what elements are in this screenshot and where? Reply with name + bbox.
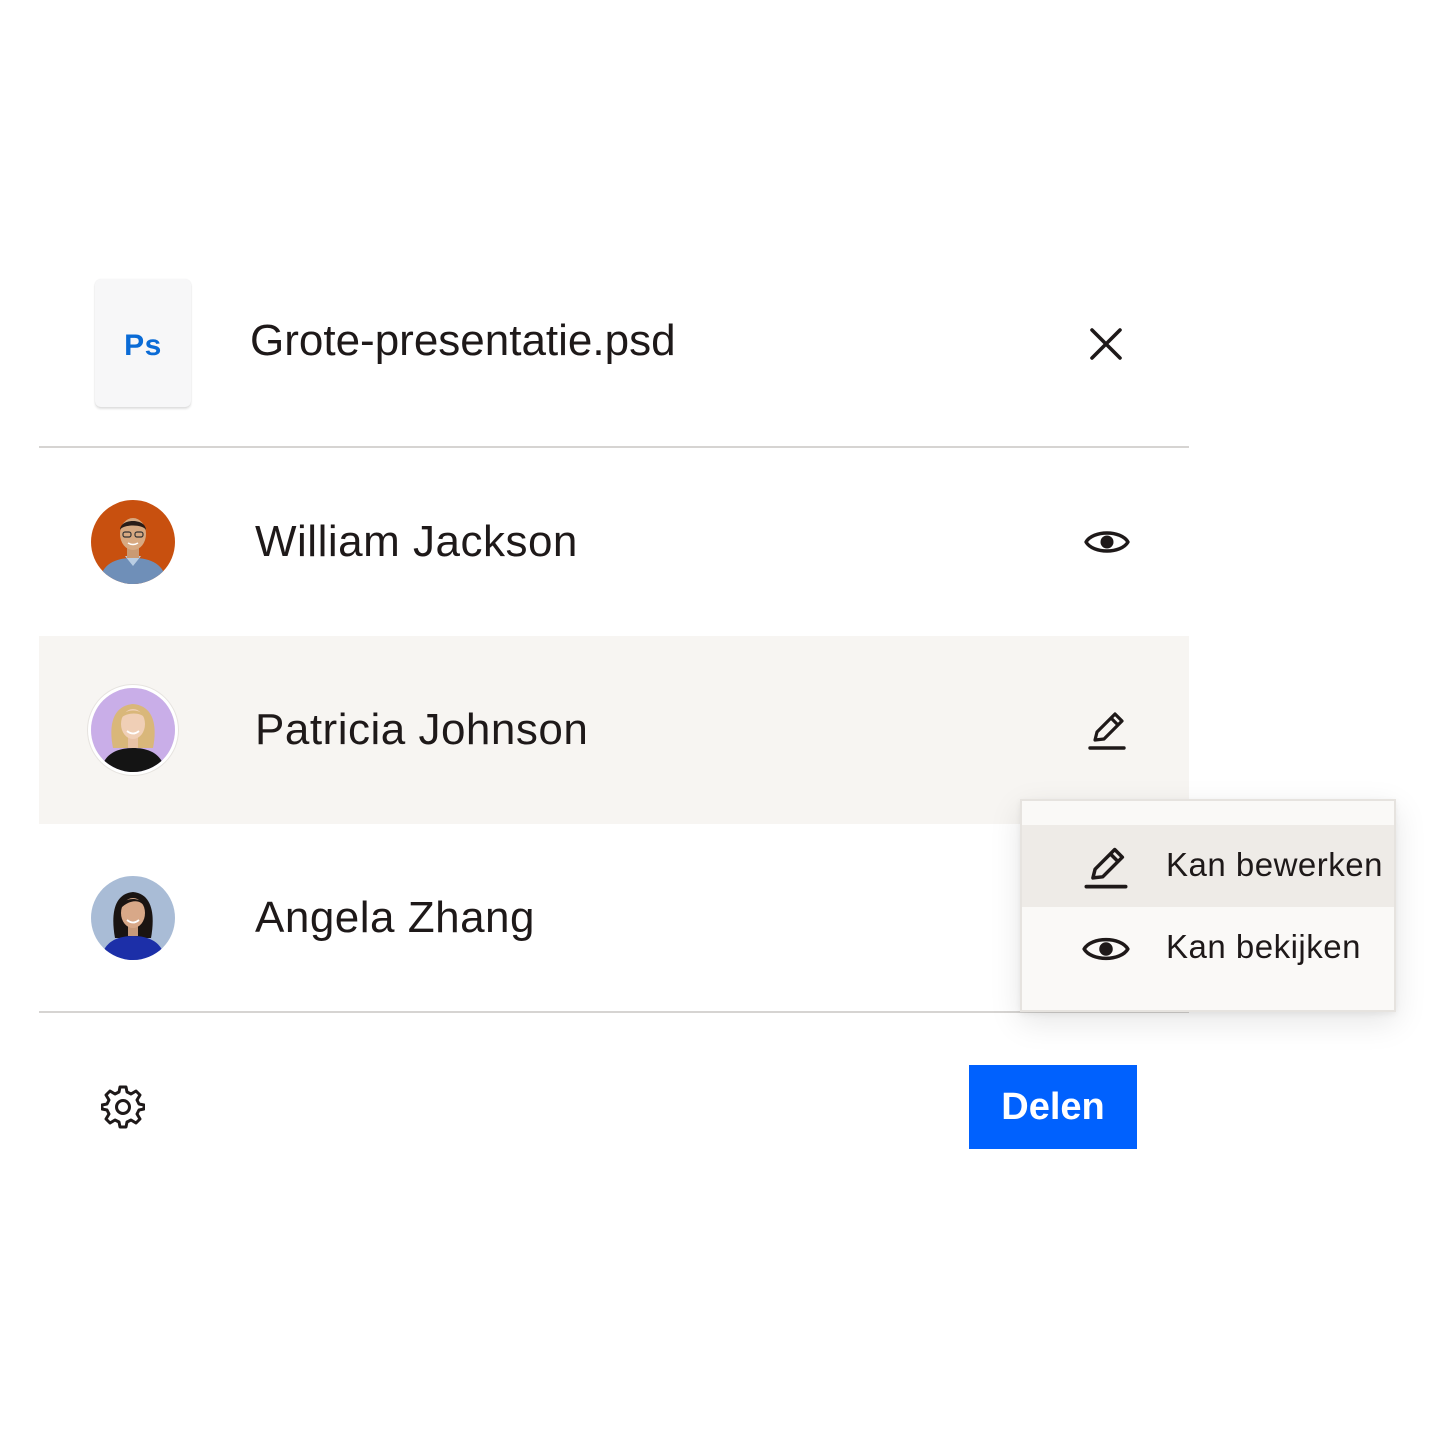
pencil-icon <box>1080 841 1132 893</box>
permission-toggle[interactable] <box>1079 702 1135 758</box>
settings-button[interactable] <box>98 1082 148 1132</box>
permission-menu: Kan bewerken Kan bekijken <box>1020 799 1396 1012</box>
menu-item-label: Kan bewerken <box>1166 846 1383 883</box>
file-name: Grote-presentatie.psd <box>250 316 676 365</box>
photoshop-file-icon: Ps <box>95 279 191 407</box>
member-name: William Jackson <box>255 517 578 566</box>
member-row-angela-zhang: Angela Zhang <box>39 824 1189 1012</box>
eye-icon <box>1080 923 1132 975</box>
share-dialog: Ps Grote-presentatie.psd William Jackson <box>0 0 1440 1440</box>
member-row-patricia-johnson[interactable]: Patricia Johnson <box>39 636 1189 824</box>
member-row-william-jackson: William Jackson <box>39 448 1189 636</box>
pencil-icon <box>1088 712 1126 750</box>
gear-icon <box>101 1085 145 1129</box>
avatar <box>91 688 175 772</box>
permission-toggle[interactable] <box>1079 514 1135 570</box>
menu-item-label: Kan bekijken <box>1166 928 1361 965</box>
footer-divider <box>39 1011 1189 1013</box>
close-button[interactable] <box>1080 318 1132 370</box>
share-button[interactable]: Delen <box>969 1065 1137 1149</box>
file-type-label: Ps <box>124 329 162 362</box>
close-icon <box>1090 328 1122 360</box>
menu-item-can-view[interactable]: Kan bekijken <box>1022 907 1394 989</box>
avatar <box>91 500 175 584</box>
menu-item-can-edit[interactable]: Kan bewerken <box>1022 825 1394 907</box>
member-name: Angela Zhang <box>255 893 535 942</box>
member-name: Patricia Johnson <box>255 705 589 754</box>
avatar <box>91 876 175 960</box>
eye-icon <box>1084 531 1130 553</box>
